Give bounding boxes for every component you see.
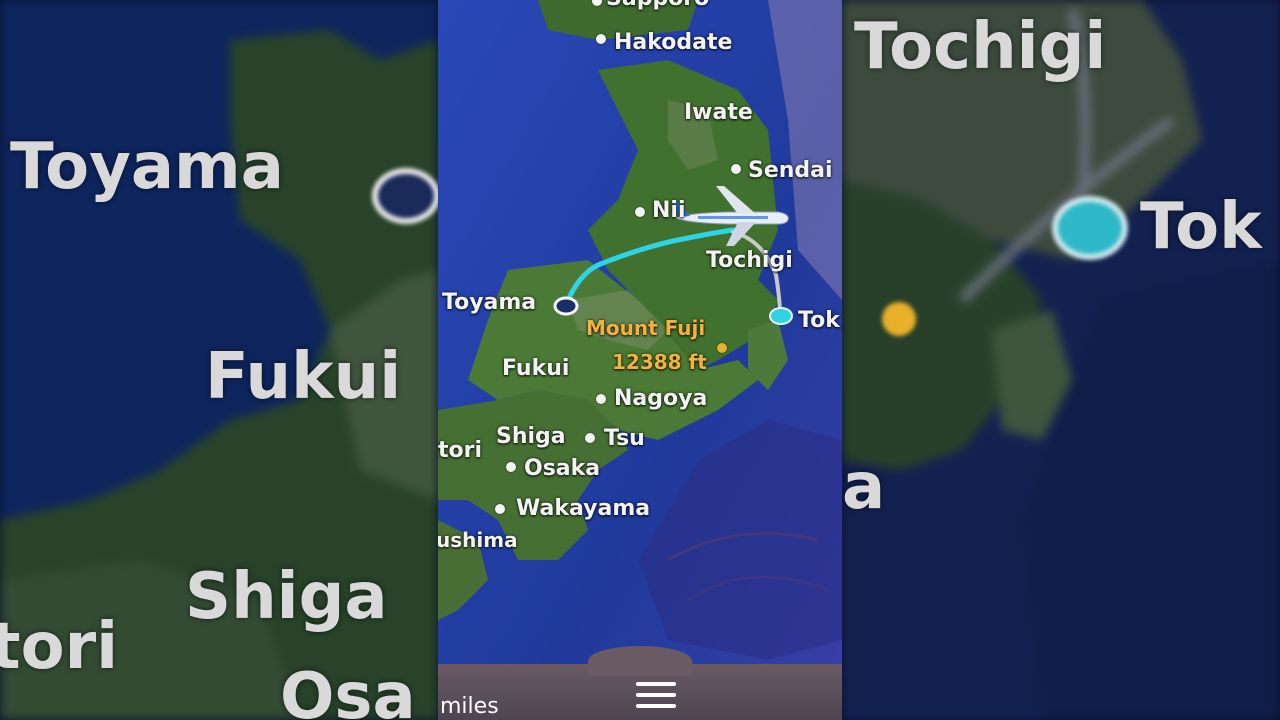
city-label-niigata[interactable]: Nii: [652, 198, 686, 223]
city-label-hakodate[interactable]: Hakodate: [614, 30, 732, 55]
city-dot-hakodate: [596, 34, 606, 44]
city-label-tochigi[interactable]: Tochigi: [706, 248, 793, 273]
city-label-wakayama[interactable]: Wakayama: [516, 496, 650, 521]
city-label-osaka[interactable]: Osaka: [524, 456, 600, 481]
city-label-sendai[interactable]: Sendai: [748, 158, 833, 183]
distance-units[interactable]: miles: [440, 694, 499, 719]
blur-label-tochigi: Tochigi: [854, 10, 1107, 84]
destination-marker: [769, 307, 793, 325]
city-label-tottori[interactable]: tori: [438, 438, 482, 463]
blur-origin-marker: [372, 168, 438, 224]
city-label-toyama[interactable]: Toyama: [442, 290, 536, 315]
blur-landmark-dot: [882, 302, 916, 336]
hamburger-menu-icon[interactable]: [636, 680, 676, 712]
blur-label-fragment: a: [842, 450, 886, 524]
blur-label-toyama: Toyama: [10, 130, 284, 204]
toolbar-notch: [588, 646, 692, 676]
city-dot-osaka: [506, 462, 516, 472]
city-label-shiga[interactable]: Shiga: [496, 424, 566, 449]
blur-label-osaka: Osa: [280, 660, 416, 720]
blur-label-shiga: Shiga: [185, 560, 388, 634]
city-label-iwate[interactable]: Iwate: [684, 100, 753, 125]
blur-destination-marker: [1052, 196, 1128, 260]
blurred-background-right: Tochigi Tok a: [842, 0, 1280, 720]
origin-marker: [553, 296, 579, 316]
city-label-fukui[interactable]: Fukui: [502, 356, 569, 381]
blurred-background-left: Toyama Fukui Shiga tori Osa: [0, 0, 438, 720]
city-label-tokushima[interactable]: ushima: [438, 528, 518, 552]
landmark-dot-mount-fuji: [717, 343, 727, 353]
blur-label-fukui: Fukui: [205, 340, 402, 414]
city-label-nagoya[interactable]: Nagoya: [614, 386, 707, 411]
city-dot-wakayama: [495, 504, 505, 514]
city-label-sapporo[interactable]: Sapporo: [606, 0, 709, 11]
blur-label-tokyo: Tok: [1140, 190, 1262, 264]
city-dot-nagoya: [596, 394, 606, 404]
city-label-tokyo[interactable]: Tok: [798, 308, 840, 333]
city-label-tsu[interactable]: Tsu: [604, 426, 645, 451]
city-dot-sendai: [731, 164, 741, 174]
flight-map[interactable]: Sapporo Hakodate Iwate Sendai Nii Tochig…: [438, 0, 842, 720]
landmark-name[interactable]: Mount Fuji: [586, 316, 705, 340]
landmark-elevation: 12388 ft: [612, 350, 707, 374]
blur-label-tottori: tori: [0, 610, 119, 684]
city-dot-tsu: [585, 433, 595, 443]
city-dot-niigata: [635, 207, 645, 217]
